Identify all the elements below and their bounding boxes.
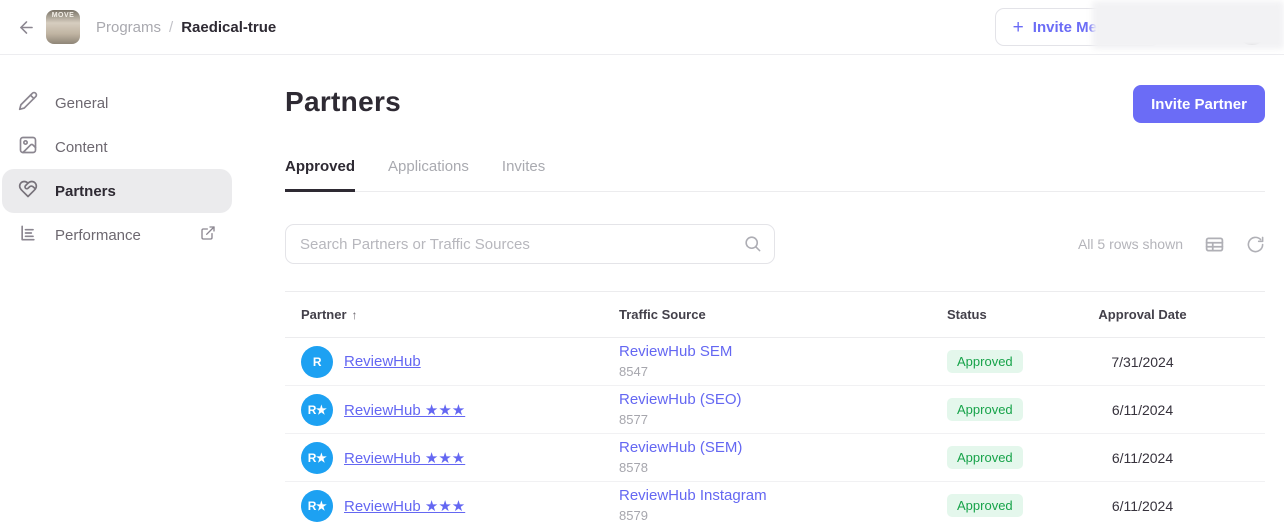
traffic-source-link[interactable]: ReviewHub (SEM) [619,439,947,458]
traffic-source-id: 8577 [619,412,947,428]
column-header-status[interactable]: Status [947,307,1020,322]
approval-date-cell: 7/31/2024 [1020,354,1265,370]
refresh-icon[interactable] [1246,235,1265,254]
search-wrapper [285,224,775,264]
status-badge: Approved [947,446,1023,469]
status-cell: Approved [947,398,1020,421]
status-badge: Approved [947,350,1023,373]
traffic-source-id: 8578 [619,460,947,476]
traffic-source-cell: ReviewHub SEM 8547 [619,343,947,381]
traffic-source-id: 8547 [619,364,947,380]
tab-applications[interactable]: Applications [388,158,469,191]
top-bar: MOVE Programs / Raedical-true + Invite M… [0,0,1284,55]
sort-ascending-icon: ↑ [352,308,358,322]
status-cell: Approved [947,350,1020,373]
traffic-source-link[interactable]: ReviewHub SEM [619,343,947,362]
pencil-icon [18,91,38,115]
traffic-source-link[interactable]: ReviewHub Instagram [619,487,947,506]
table-toolbar: All 5 rows shown [285,224,1265,264]
page-layout: General Content Partners Performance Par… [0,55,1284,526]
breadcrumb: Programs / Raedical-true [96,19,276,36]
partner-cell: R★ ReviewHub ★★★ [285,394,619,426]
sidebar-item-label: General [55,95,108,112]
main-content: Partners Invite Partner Approved Applica… [260,55,1284,526]
table-columns-icon[interactable] [1204,234,1225,255]
traffic-source-id: 8579 [619,508,947,524]
traffic-source-cell: ReviewHub Instagram 8579 [619,487,947,525]
sidebar-item-general[interactable]: General [2,81,232,125]
sidebar-item-label: Content [55,139,108,156]
table-row: R★ ReviewHub ★★★ ReviewHub (SEM) 8578 Ap… [285,434,1265,482]
column-header-partner[interactable]: Partner ↑ [285,307,619,322]
program-avatar-text: MOVE [52,12,75,44]
toolbar-right: All 5 rows shown [1078,234,1265,255]
plus-icon: + [1013,18,1024,37]
partner-avatar: R★ [301,394,333,426]
partner-avatar: R★ [301,442,333,474]
column-header-approval-date[interactable]: Approval Date [1020,307,1265,322]
breadcrumb-current-program: Raedical-true [181,19,276,36]
table-header-row: Partner ↑ Traffic Source Status Approval… [285,292,1265,338]
sidebar: General Content Partners Performance [0,55,260,526]
rows-shown-label: All 5 rows shown [1078,236,1183,252]
traffic-source-cell: ReviewHub (SEM) 8578 [619,439,947,477]
tab-approved[interactable]: Approved [285,158,355,192]
report-icon [18,223,38,247]
partner-link[interactable]: ReviewHub ★★★ [344,497,465,515]
tab-bar: Approved Applications Invites [285,158,1265,192]
table-row: R ReviewHub ReviewHub SEM 8547 Approved … [285,338,1265,386]
partner-link[interactable]: ReviewHub ★★★ [344,449,465,467]
traffic-source-link[interactable]: ReviewHub (SEO) [619,391,947,410]
search-input[interactable] [285,224,775,264]
column-header-label: Partner [301,307,347,322]
breadcrumb-programs[interactable]: Programs [96,19,161,36]
status-cell: Approved [947,494,1020,517]
status-cell: Approved [947,446,1020,469]
page-title: Partners [285,85,1265,118]
program-avatar: MOVE [46,10,80,44]
partner-cell: R★ ReviewHub ★★★ [285,490,619,522]
table-row: R★ ReviewHub ★★★ ReviewHub Instagram 857… [285,482,1265,526]
approval-date-cell: 6/11/2024 [1020,402,1265,418]
sidebar-item-partners[interactable]: Partners [2,169,232,213]
approval-date-cell: 6/11/2024 [1020,450,1265,466]
sidebar-item-content[interactable]: Content [2,125,232,169]
status-badge: Approved [947,494,1023,517]
partner-link[interactable]: ReviewHub ★★★ [344,401,465,419]
tab-invites[interactable]: Invites [502,158,545,191]
traffic-source-cell: ReviewHub (SEO) 8577 [619,391,947,429]
image-icon [18,135,38,159]
approval-date-cell: 6/11/2024 [1020,498,1265,514]
back-icon[interactable] [14,15,38,39]
sidebar-item-performance[interactable]: Performance [2,213,232,257]
status-badge: Approved [947,398,1023,421]
partner-cell: R ReviewHub [285,346,619,378]
redacted-username [1092,1,1284,49]
table-row: R★ ReviewHub ★★★ ReviewHub (SEO) 8577 Ap… [285,386,1265,434]
partner-avatar: R★ [301,490,333,522]
column-header-traffic-source[interactable]: Traffic Source [619,307,947,322]
heart-handshake-icon [18,179,38,203]
external-link-icon [200,225,216,245]
partner-cell: R★ ReviewHub ★★★ [285,442,619,474]
partner-link[interactable]: ReviewHub [344,353,421,370]
partners-table: Partner ↑ Traffic Source Status Approval… [285,291,1265,526]
sidebar-item-label: Partners [55,183,116,200]
invite-partner-button[interactable]: Invite Partner [1133,85,1265,123]
sidebar-item-label: Performance [55,227,141,244]
breadcrumb-separator: / [169,19,173,36]
partner-avatar: R [301,346,333,378]
